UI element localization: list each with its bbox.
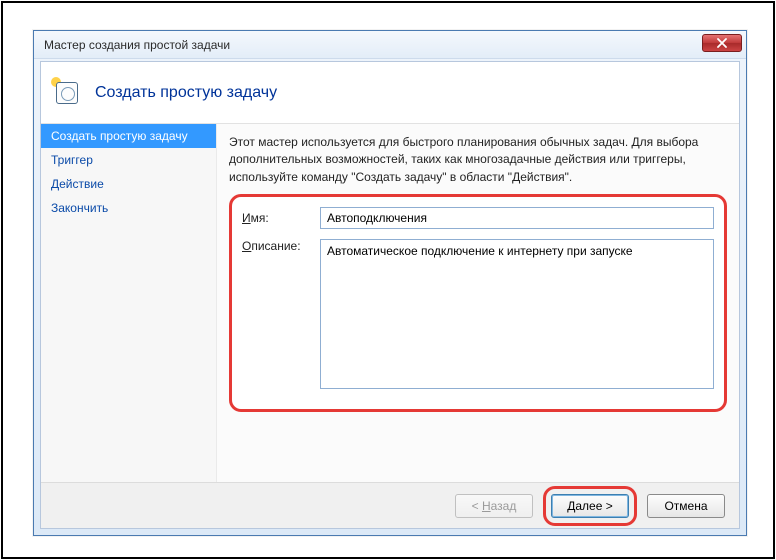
next-button[interactable]: Далее > [551,494,629,518]
description-input[interactable] [320,239,714,389]
wizard-footer: < Назад Далее > Отмена [41,482,739,528]
wizard-content: Этот мастер используется для быстрого пл… [217,124,739,482]
wizard-window: Мастер создания простой задачи Создать п… [33,30,747,536]
back-button: < Назад [455,494,533,518]
name-input[interactable] [320,207,714,229]
sidebar-item-finish[interactable]: Закончить [41,196,216,220]
description-row: Описание: [242,239,714,389]
wizard-steps-sidebar: Создать простую задачу Триггер Действие … [41,124,217,482]
wizard-body: Создать простую задачу Триггер Действие … [41,124,739,482]
name-label: Имя: [242,211,320,225]
sidebar-item-label: Создать простую задачу [51,129,188,143]
sidebar-item-label: Закончить [51,201,108,215]
sidebar-item-create-task[interactable]: Создать простую задачу [41,124,216,148]
task-scheduler-icon [53,79,81,107]
sidebar-item-action[interactable]: Действие [41,172,216,196]
close-icon [717,38,727,48]
close-button[interactable] [702,34,742,52]
sidebar-item-label: Действие [51,177,104,191]
sidebar-item-trigger[interactable]: Триггер [41,148,216,172]
screenshot-frame: Мастер создания простой задачи Создать п… [1,1,775,559]
page-title: Создать простую задачу [95,84,277,102]
wizard-header: Создать простую задачу [41,62,739,124]
client-area: Создать простую задачу Создать простую з… [40,61,740,529]
sidebar-item-label: Триггер [51,153,93,167]
description-label: Описание: [242,239,320,389]
titlebar: Мастер создания простой задачи [34,31,746,59]
window-title: Мастер создания простой задачи [44,38,230,52]
name-row: Имя: [242,207,714,229]
cancel-button[interactable]: Отмена [647,494,725,518]
next-button-highlight: Далее > [543,486,637,526]
form-highlight-frame: Имя: Описание: [229,194,727,412]
intro-text: Этот мастер используется для быстрого пл… [229,134,727,186]
